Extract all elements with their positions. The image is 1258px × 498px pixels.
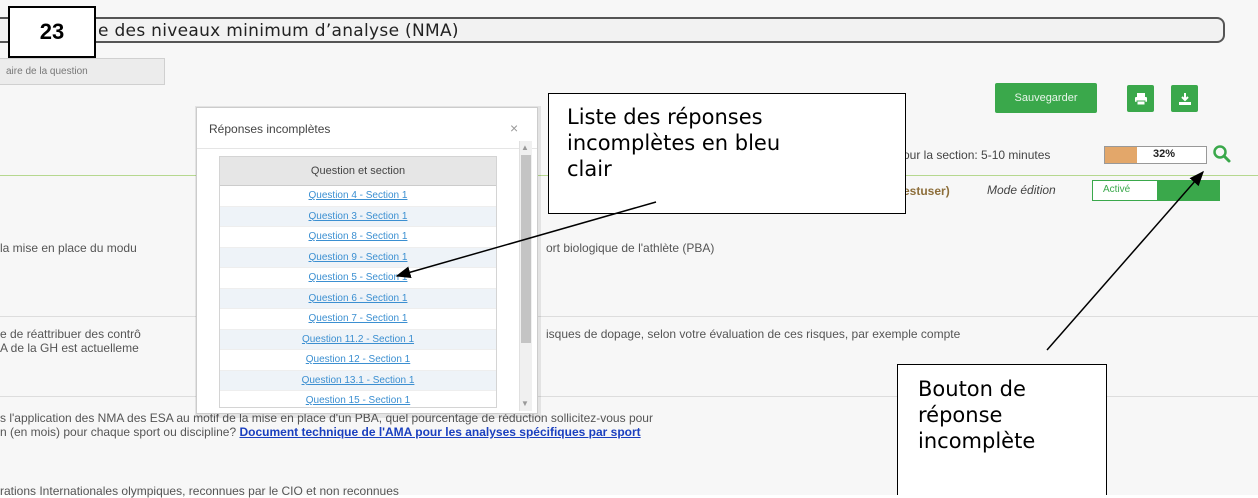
question-text: rations Internationales olympiques, reco… [0, 484, 399, 498]
question-divider [0, 316, 1258, 317]
edit-mode-toggle-knob [1157, 181, 1219, 200]
incomplete-answer-link[interactable]: Question 13.1 - Section 1 [302, 375, 415, 386]
scroll-thumb[interactable] [521, 155, 531, 343]
table-header: Question et section [220, 157, 496, 186]
table-row: Question 12 - Section 1 [220, 350, 496, 371]
incomplete-answers-modal: Réponses incomplètes × Question et secti… [196, 107, 538, 414]
table-row: Question 6 - Section 1 [220, 288, 496, 309]
table-row: Question 9 - Section 1 [220, 247, 496, 268]
table-row: Question 15 - Section 1 [220, 391, 496, 407]
section-progress-bar: 32% [1104, 146, 1207, 164]
incomplete-answer-link[interactable]: Question 15 - Section 1 [306, 395, 411, 406]
incomplete-answer-link[interactable]: Question 12 - Section 1 [306, 354, 411, 365]
table-row: Question 5 - Section 1 [220, 268, 496, 289]
table-row: Question 4 - Section 1 [220, 186, 496, 207]
incomplete-answers-table: Question et section Question 4 - Section… [219, 156, 497, 408]
table-row: Question 3 - Section 1 [220, 206, 496, 227]
modal-divider [197, 148, 537, 149]
question-text: isques de dopage, selon votre évaluation… [546, 327, 961, 341]
question-context-button[interactable]: aire de la question [0, 58, 165, 85]
mode-label: Mode édition [987, 183, 1056, 197]
progress-fill [1105, 147, 1138, 163]
callout-line: réponse [918, 403, 1003, 427]
download-icon [1178, 92, 1191, 105]
callout-line: Bouton de [918, 377, 1026, 401]
question-text: n (en mois) pour chaque sport ou discipl… [0, 425, 641, 439]
question-text: A de la GH est actuelleme [0, 341, 139, 355]
step-number-label: 23 [8, 6, 96, 58]
user-label: estuser) [903, 184, 950, 198]
search-icon [1213, 145, 1231, 163]
incomplete-answer-link[interactable]: Question 8 - Section 1 [309, 231, 408, 242]
edit-mode-toggle[interactable]: Activé [1092, 180, 1220, 201]
question-text: ort biologique de l'athlète (PBA) [546, 241, 715, 255]
table-body: Question 4 - Section 1 Question 3 - Secti… [220, 186, 496, 407]
close-icon[interactable]: × [510, 120, 518, 136]
print-icon [1134, 92, 1147, 105]
table-row: Question 7 - Section 1 [220, 309, 496, 330]
callout-line: incomplètes en bleu [567, 131, 781, 155]
incomplete-answer-link[interactable]: Question 4 - Section 1 [309, 190, 408, 201]
scroll-down-icon[interactable]: ▼ [521, 399, 529, 408]
table-row: Question 11.2 - Section 1 [220, 329, 496, 350]
incomplete-answer-link[interactable]: Question 7 - Section 1 [309, 313, 408, 324]
incomplete-answers-button[interactable] [1212, 144, 1232, 169]
list-callout: Liste des réponses incomplètes en bleu c… [548, 93, 906, 214]
incomplete-answer-link[interactable]: Question 11.2 - Section 1 [302, 334, 414, 345]
modal-scrollbar[interactable]: ▲ ▼ [519, 141, 532, 411]
section-time-label: our la section: 5-10 minutes [903, 148, 1051, 162]
incomplete-answer-link[interactable]: Question 3 - Section 1 [309, 211, 408, 222]
question-text: la mise en place du modu [0, 241, 137, 255]
technical-document-link[interactable]: Document technique de l'AMA pour les ana… [239, 425, 640, 439]
progress-text: 32% [1153, 148, 1176, 160]
table-row: Question 8 - Section 1 [220, 227, 496, 248]
callout-line: Liste des réponses [567, 105, 763, 129]
question-text: e de réattribuer des contrô [0, 327, 141, 341]
question-text-part: n (en mois) pour chaque sport ou discipl… [0, 425, 237, 439]
print-button[interactable] [1127, 85, 1154, 112]
callout-line: clair [567, 157, 612, 181]
save-button[interactable]: Sauvegarder [995, 83, 1097, 113]
callout-line: incomplète [918, 429, 1036, 453]
scroll-up-icon[interactable]: ▲ [521, 143, 529, 152]
incomplete-answer-link[interactable]: Question 5 - Section 1 [309, 272, 408, 283]
modal-title: Réponses incomplètes [209, 122, 331, 136]
table-row: Question 13.1 - Section 1 [220, 370, 496, 391]
incomplete-answer-link[interactable]: Question 6 - Section 1 [309, 293, 408, 304]
edit-mode-toggle-label: Activé [1103, 184, 1131, 195]
download-button[interactable] [1171, 85, 1198, 112]
button-callout: Bouton de réponse incomplète [897, 364, 1107, 495]
page-title: e des niveaux minimum d’analyse (NMA) [98, 21, 459, 41]
incomplete-answer-link[interactable]: Question 9 - Section 1 [309, 252, 408, 263]
